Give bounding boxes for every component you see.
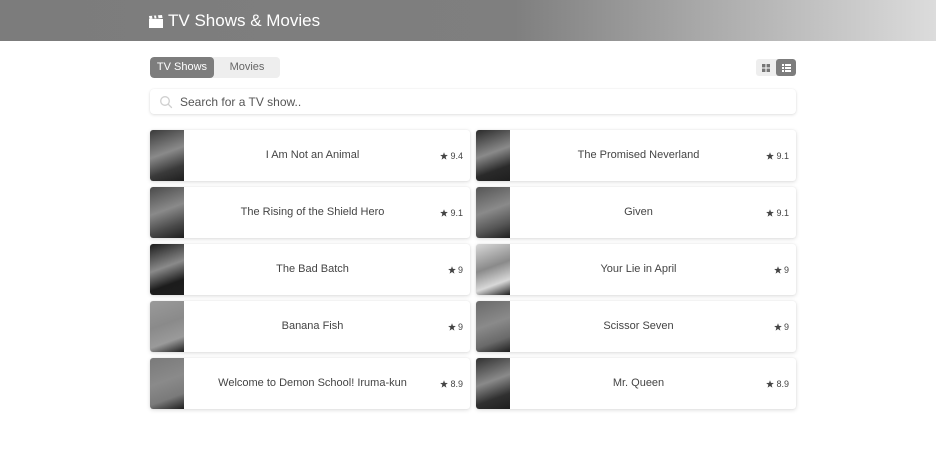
show-card[interactable]: The Bad Batch 9 (150, 244, 470, 295)
show-title: I Am Not an Animal (265, 149, 360, 161)
grid-icon (762, 63, 770, 72)
show-rating: 9 (448, 244, 463, 295)
rating-value: 9.1 (776, 207, 789, 218)
show-card[interactable]: Your Lie in April 9 (476, 244, 796, 295)
rating-value: 8.9 (450, 378, 463, 389)
app-title: TV Shows & Movies (149, 10, 320, 32)
rating-value: 9 (457, 321, 463, 332)
app-header: TV Shows & Movies (0, 0, 936, 41)
star-icon (774, 265, 782, 274)
show-rating: 8.9 (766, 358, 789, 409)
show-card[interactable]: Given 9.1 (476, 187, 796, 238)
show-card[interactable]: Scissor Seven 9 (476, 301, 796, 352)
show-title: Mr. Queen (612, 377, 665, 389)
show-rating: 9.1 (440, 187, 463, 238)
search-icon (160, 95, 173, 108)
show-card[interactable]: Welcome to Demon School! Iruma-kun 8.9 (150, 358, 470, 409)
show-poster (150, 130, 184, 181)
show-poster (476, 130, 510, 181)
show-rating: 9.1 (766, 187, 789, 238)
show-title: The Promised Neverland (577, 149, 700, 161)
show-rating: 9.4 (440, 130, 463, 181)
show-title: The Bad Batch (276, 263, 349, 275)
show-rating: 9 (774, 301, 789, 352)
search-bar (150, 89, 796, 114)
show-title: Welcome to Demon School! Iruma-kun (218, 377, 407, 389)
clapperboard-icon (149, 14, 163, 28)
show-card[interactable]: Mr. Queen 8.9 (476, 358, 796, 409)
show-title: Your Lie in April (600, 263, 677, 275)
show-title: Scissor Seven (603, 320, 674, 332)
show-poster (476, 187, 510, 238)
star-icon (766, 151, 775, 160)
show-rating: 9 (448, 301, 463, 352)
content-tabs: TV Shows Movies (150, 57, 280, 78)
star-icon (440, 151, 449, 160)
rating-value: 9 (783, 321, 789, 332)
rating-value: 9.1 (776, 150, 789, 161)
tab-movies[interactable]: Movies (214, 57, 280, 78)
show-poster (150, 301, 184, 352)
list-icon (781, 63, 791, 72)
star-icon (766, 379, 775, 388)
star-icon (440, 208, 449, 217)
show-card[interactable]: I Am Not an Animal 9.4 (150, 130, 470, 181)
star-icon (440, 379, 449, 388)
show-card[interactable]: The Rising of the Shield Hero 9.1 (150, 187, 470, 238)
show-poster (476, 358, 510, 409)
rating-value: 9 (783, 264, 789, 275)
show-card[interactable]: The Promised Neverland 9.1 (476, 130, 796, 181)
search-input[interactable] (180, 94, 796, 109)
list-view-button[interactable] (776, 59, 796, 76)
show-title: The Rising of the Shield Hero (240, 206, 385, 218)
rating-value: 8.9 (776, 378, 789, 389)
show-rating: 9 (774, 244, 789, 295)
star-icon (448, 265, 456, 274)
show-poster (476, 244, 510, 295)
show-poster (150, 187, 184, 238)
rating-value: 9.1 (450, 207, 463, 218)
show-title: Banana Fish (281, 320, 344, 332)
rating-value: 9 (457, 264, 463, 275)
show-poster (476, 301, 510, 352)
rating-value: 9.4 (450, 150, 463, 161)
show-rating: 9.1 (766, 130, 789, 181)
show-card[interactable]: Banana Fish 9 (150, 301, 470, 352)
grid-view-button[interactable] (756, 59, 776, 76)
star-icon (774, 322, 782, 331)
show-poster (150, 244, 184, 295)
tab-tv-shows[interactable]: TV Shows (150, 57, 214, 78)
star-icon (766, 208, 775, 217)
star-icon (448, 322, 456, 331)
app-title-text: TV Shows & Movies (168, 11, 321, 30)
show-title: Given (624, 206, 653, 218)
show-rating: 8.9 (440, 358, 463, 409)
show-poster (150, 358, 184, 409)
view-toggle (756, 59, 796, 76)
